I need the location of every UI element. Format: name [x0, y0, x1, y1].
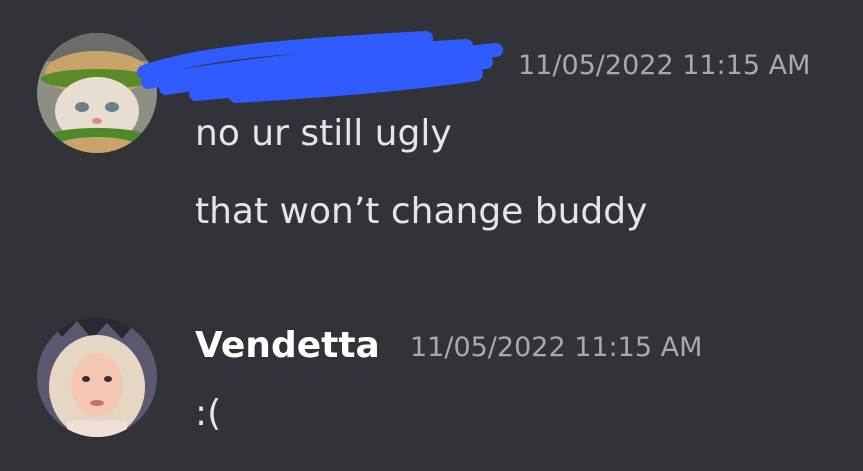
- message-author[interactable]: Vendetta: [195, 324, 380, 368]
- user-photo-avatar-icon: [37, 317, 157, 437]
- message-group: 11/05/2022 11:15 AM no ur still ugly tha…: [0, 0, 863, 260]
- message-group: Vendetta 11/05/2022 11:15 AM :(: [0, 260, 863, 471]
- chat-view: 11/05/2022 11:15 AM no ur still ugly tha…: [0, 0, 863, 471]
- message-timestamp: 11/05/2022 11:15 AM: [518, 50, 811, 81]
- message-text: :(: [195, 393, 222, 434]
- message-text: no ur still ugly: [195, 113, 452, 154]
- message-timestamp: 11/05/2022 11:15 AM: [410, 332, 703, 363]
- avatar[interactable]: [37, 317, 157, 437]
- message-text: that won’t change buddy: [195, 191, 648, 232]
- redaction-scribble: [137, 31, 503, 103]
